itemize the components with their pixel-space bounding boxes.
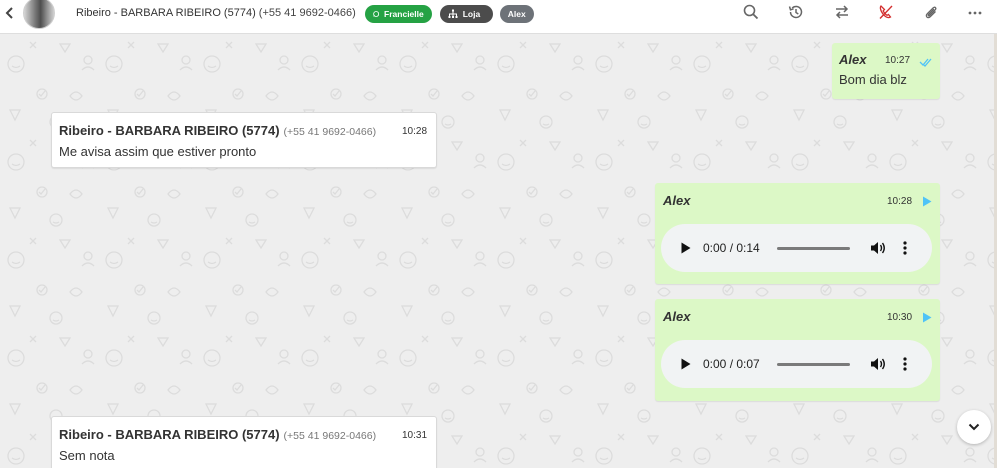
play-icon xyxy=(681,358,691,370)
play-icon xyxy=(681,242,691,254)
tag-loja[interactable]: Loja xyxy=(439,4,493,23)
tag-label: Loja xyxy=(462,8,481,19)
chat-header: Ribeiro - BARBARA RIBEIRO (5774) (+55 41… xyxy=(0,0,997,34)
message-text: Me avisa assim que estiver pronto xyxy=(59,144,257,159)
more-icon xyxy=(968,11,982,15)
history-icon xyxy=(788,5,803,19)
message-outgoing-audio[interactable]: Alex 10:28 0:00 / 0:14 xyxy=(655,183,940,284)
play-icon xyxy=(923,312,932,323)
sitemap-icon xyxy=(448,9,458,18)
message-incoming[interactable]: Ribeiro - BARBARA RIBEIRO (5774) (+55 41 … xyxy=(51,112,437,168)
contact-name: Ribeiro - BARBARA RIBEIRO (5774) xyxy=(76,6,256,19)
message-text: Sem nota xyxy=(59,448,115,463)
chat-area[interactable]: Alex 10:27 Bom dia blz Ribeiro - BARBARA… xyxy=(0,34,997,468)
whatsapp-icon xyxy=(372,10,379,17)
search-icon xyxy=(743,4,759,20)
chevron-down-icon xyxy=(968,423,980,431)
audio-volume-button[interactable] xyxy=(870,356,886,372)
attach-button[interactable] xyxy=(922,3,940,21)
tag-alex[interactable]: Alex xyxy=(499,4,534,23)
audio-player[interactable]: 0:00 / 0:07 xyxy=(661,340,932,388)
message-outgoing-audio[interactable]: Alex 10:30 0:00 / 0:07 xyxy=(655,299,940,401)
audio-volume-button[interactable] xyxy=(870,240,886,256)
message-sender: Ribeiro - BARBARA RIBEIRO (5774) (+55 41 … xyxy=(59,427,376,442)
message-time: 10:28 xyxy=(402,126,428,137)
sender-phone: (+55 41 9692-0466) xyxy=(283,430,377,442)
message-incoming[interactable]: Ribeiro - BARBARA RIBEIRO (5774) (+55 41 … xyxy=(51,416,437,468)
search-button[interactable] xyxy=(742,3,760,21)
audio-play-button[interactable] xyxy=(681,358,693,370)
end-call-button[interactable] xyxy=(877,3,895,21)
audio-time: 0:00 / 0:14 xyxy=(703,241,760,255)
audio-play-button[interactable] xyxy=(681,242,693,254)
play-icon xyxy=(923,196,932,207)
scroll-to-bottom-button[interactable] xyxy=(957,410,991,444)
sender-name: Ribeiro - BARBARA RIBEIRO (5774) xyxy=(59,427,280,442)
attach-icon xyxy=(925,6,937,19)
more-vertical-icon xyxy=(903,357,907,371)
message-outgoing[interactable]: Alex 10:27 Bom dia blz xyxy=(832,43,940,99)
audio-progress-track[interactable] xyxy=(777,362,850,366)
sender-name: Ribeiro - BARBARA RIBEIRO (5774) xyxy=(59,123,280,138)
message-time: 10:30 xyxy=(887,312,913,323)
audio-progress-track[interactable] xyxy=(777,246,850,250)
tag-francielle[interactable]: Francielle xyxy=(364,4,432,23)
message-time: 10:31 xyxy=(402,430,428,441)
sender-phone: (+55 41 9692-0466) xyxy=(283,126,377,138)
transfer-button[interactable] xyxy=(833,3,851,21)
history-button[interactable] xyxy=(787,3,805,21)
back-button[interactable] xyxy=(2,6,18,19)
more-vertical-icon xyxy=(903,241,907,255)
more-button[interactable] xyxy=(966,3,984,21)
message-text: Bom dia blz xyxy=(839,72,907,87)
double-check-icon xyxy=(919,58,932,67)
message-sender: Ribeiro - BARBARA RIBEIRO (5774) (+55 41 … xyxy=(59,123,376,138)
message-time: 10:28 xyxy=(887,196,913,207)
contact-phone: (+55 41 9692-0466) xyxy=(258,6,356,19)
message-sender: Alex xyxy=(663,193,691,208)
audio-time: 0:00 / 0:07 xyxy=(703,357,760,371)
tag-label: Alex xyxy=(507,8,526,19)
end-call-icon xyxy=(879,5,893,19)
tag-label: Francielle xyxy=(384,8,424,19)
audio-more-button[interactable] xyxy=(900,240,910,256)
volume-icon xyxy=(871,358,885,370)
transfer-icon xyxy=(835,5,849,19)
message-sender: Alex xyxy=(839,52,867,67)
message-time: 10:27 xyxy=(885,55,911,66)
chevron-left-icon xyxy=(5,6,13,19)
audio-player[interactable]: 0:00 / 0:14 xyxy=(661,224,932,272)
contact-title[interactable]: Ribeiro - BARBARA RIBEIRO (5774) (+55 41… xyxy=(76,7,356,19)
message-sender: Alex xyxy=(663,309,691,324)
audio-more-button[interactable] xyxy=(900,356,910,372)
volume-icon xyxy=(871,242,885,254)
avatar[interactable] xyxy=(23,0,55,29)
